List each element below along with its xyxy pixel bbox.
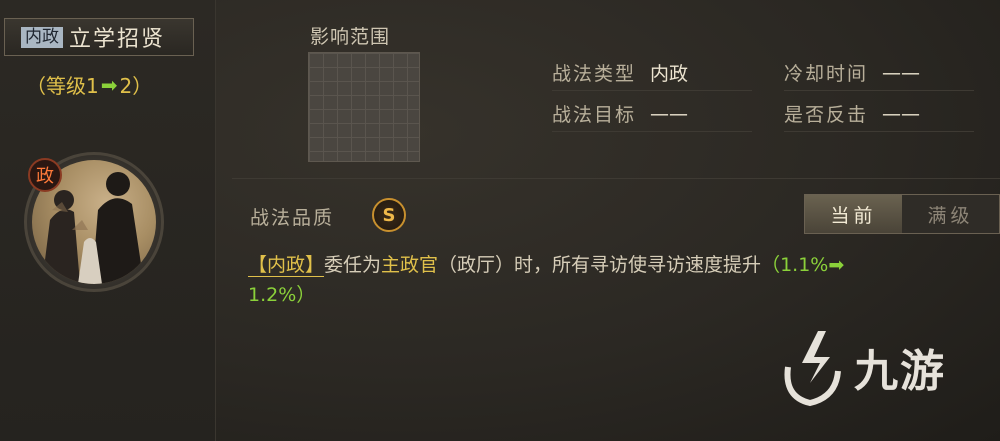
- skill-type-row: 战法类型 内政: [552, 55, 752, 91]
- level-toggle: 当前 满级: [804, 194, 1000, 234]
- watermark: 九游: [780, 322, 980, 412]
- skill-target-value: ——: [650, 102, 689, 125]
- skill-description: 【内政】委任为主政官（政厅）时，所有寻访使寻访速度提升（1.1%➡ 1.2%）: [248, 250, 978, 310]
- description-value-from: （1.1%: [761, 254, 829, 276]
- range-label: 影响范围: [310, 26, 391, 48]
- counterattack-value: ——: [882, 102, 921, 125]
- skill-target-label: 战法目标: [552, 104, 637, 126]
- description-tag[interactable]: 【内政】: [248, 254, 325, 277]
- watermark-text: 九游: [854, 346, 946, 397]
- level-arrow-icon: ➡: [100, 72, 118, 97]
- level-to: 2）: [119, 74, 153, 98]
- skill-target-row: 战法目标 ——: [552, 96, 752, 132]
- quality-grade-badge: S: [372, 198, 406, 232]
- jiuyou-logo-icon: [784, 331, 841, 407]
- quality-label: 战法品质: [250, 207, 335, 229]
- description-text-2: （政厅）时，所有寻访使寻访速度提升: [438, 254, 762, 276]
- description-text-1: 委任为: [324, 254, 382, 276]
- skill-type-tag: 内政: [21, 26, 63, 48]
- counterattack-label: 是否反击: [784, 104, 869, 126]
- skill-title: 内政 立学招贤: [4, 18, 194, 56]
- cooldown-row: 冷却时间 ——: [784, 55, 974, 91]
- description-arrow-icon: ➡: [828, 254, 845, 276]
- skill-type-value: 内政: [650, 63, 689, 85]
- cooldown-label: 冷却时间: [784, 63, 869, 85]
- counterattack-row: 是否反击 ——: [784, 96, 974, 132]
- cooldown-value: ——: [882, 61, 921, 84]
- description-role: 主政官: [381, 254, 439, 276]
- description-value-to: 1.2%）: [248, 284, 316, 306]
- range-grid: [308, 52, 420, 162]
- skill-sidebar: 内政 立学招贤 （等级1 ➡ 2） 政: [0, 0, 216, 441]
- skill-name: 立学招贤: [69, 27, 166, 52]
- section-divider: [232, 178, 1000, 179]
- government-badge-icon: 政: [28, 158, 62, 192]
- skill-level: （等级1 ➡ 2）: [26, 70, 152, 99]
- skill-type-label: 战法类型: [552, 63, 637, 85]
- current-level-tab[interactable]: 当前: [805, 195, 902, 233]
- level-from: （等级1: [26, 74, 99, 98]
- max-level-tab[interactable]: 满级: [902, 195, 999, 233]
